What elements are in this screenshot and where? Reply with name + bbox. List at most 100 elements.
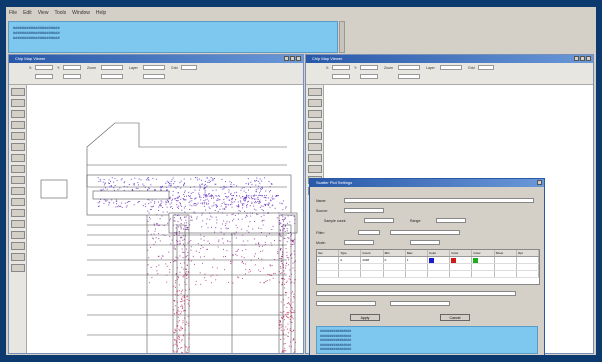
tool-button[interactable]	[11, 176, 25, 184]
table-row[interactable]	[317, 271, 540, 278]
scatter-point	[237, 276, 238, 278]
close-button[interactable]	[586, 56, 591, 61]
tool-button[interactable]	[11, 242, 25, 250]
y-field[interactable]	[360, 65, 378, 70]
scatter-point	[212, 178, 214, 180]
x2-field[interactable]	[35, 74, 53, 79]
green-swatch[interactable]	[473, 257, 479, 263]
red-swatch[interactable]	[451, 257, 457, 263]
tool-button[interactable]	[11, 99, 25, 107]
y2-field[interactable]	[63, 74, 81, 79]
tool-button[interactable]	[11, 231, 25, 239]
tool-button[interactable]	[308, 88, 322, 96]
layer-field[interactable]	[440, 65, 462, 70]
tool-button[interactable]	[11, 110, 25, 118]
column-header: Count	[361, 250, 384, 256]
scatter-point	[195, 203, 197, 205]
tool-button[interactable]	[11, 209, 25, 217]
close-button[interactable]	[296, 56, 301, 61]
scatter-point	[185, 229, 187, 231]
tool-button[interactable]	[11, 165, 25, 173]
scatter-point	[236, 195, 238, 197]
layer-field[interactable]	[143, 65, 165, 70]
zoom-field[interactable]	[398, 65, 420, 70]
tool-button[interactable]	[308, 121, 322, 129]
tool-button[interactable]	[11, 143, 25, 151]
zoom2-field[interactable]	[398, 74, 420, 79]
tool-button[interactable]	[11, 187, 25, 195]
menu-item-help[interactable]: Help	[96, 10, 106, 16]
dialog-titlebar[interactable]: Scatter Plot Settings	[310, 179, 544, 187]
tool-button[interactable]	[11, 154, 25, 162]
name-field[interactable]	[344, 198, 534, 203]
scatter-point	[216, 195, 218, 197]
close-button[interactable]	[537, 180, 542, 185]
left-window-titlebar[interactable]: Chip Map Viewer	[9, 55, 303, 63]
x-field[interactable]	[35, 65, 53, 70]
tool-button[interactable]	[308, 110, 322, 118]
tool-button[interactable]	[11, 121, 25, 129]
color-cell[interactable]	[428, 257, 451, 263]
tool-button[interactable]	[308, 132, 322, 140]
scatter-point	[201, 212, 203, 214]
zoom2-field[interactable]	[101, 74, 123, 79]
menu-item-edit[interactable]: Edit	[23, 10, 32, 16]
table-row[interactable]: 1 A 2048 0 1	[317, 257, 540, 264]
menu-item-view[interactable]: View	[38, 10, 49, 16]
tool-button[interactable]	[11, 132, 25, 140]
right-window-titlebar[interactable]: Chip Map Viewer	[306, 55, 593, 63]
scatter-point	[176, 301, 178, 303]
left-map-canvas[interactable]	[27, 85, 303, 353]
sample-count-field[interactable]	[364, 218, 394, 223]
range-field[interactable]	[436, 218, 466, 223]
filter-field[interactable]	[358, 230, 380, 235]
tool-button[interactable]	[11, 264, 25, 272]
source-field[interactable]	[344, 208, 384, 213]
x2-field[interactable]	[332, 74, 350, 79]
grid-field[interactable]	[181, 65, 197, 70]
layer2-field[interactable]	[143, 74, 165, 79]
cancel-button[interactable]: Cancel	[440, 314, 470, 321]
filter-detail-field[interactable]	[390, 230, 460, 235]
scatter-point	[294, 238, 296, 240]
color-cell[interactable]	[472, 257, 495, 263]
tool-button[interactable]	[308, 99, 322, 107]
maximize-button[interactable]	[580, 56, 585, 61]
tool-button[interactable]	[308, 165, 322, 173]
scatter-point	[183, 310, 185, 312]
option-field-3[interactable]	[390, 301, 450, 306]
menu-item-file[interactable]: File	[9, 10, 17, 16]
tool-button[interactable]	[11, 88, 25, 96]
scatter-point	[251, 196, 252, 198]
scatter-point	[202, 262, 203, 264]
table-row[interactable]	[317, 264, 540, 271]
tool-button[interactable]	[11, 220, 25, 228]
scatter-point	[159, 224, 160, 226]
blue-swatch[interactable]	[429, 257, 435, 263]
menu-item-window[interactable]: Window	[72, 10, 90, 16]
mode-extra-field[interactable]	[410, 240, 440, 245]
menu-item-tools[interactable]: Tools	[54, 10, 66, 16]
scatter-point	[282, 266, 284, 268]
option-field[interactable]	[316, 291, 516, 296]
y2-field[interactable]	[360, 74, 378, 79]
option-field-2[interactable]	[316, 301, 376, 306]
x-field[interactable]	[332, 65, 350, 70]
tool-button[interactable]	[308, 154, 322, 162]
grid-field[interactable]	[478, 65, 494, 70]
apply-button[interactable]: Apply	[350, 314, 380, 321]
scatter-point	[150, 184, 152, 186]
status-scrollbar[interactable]	[339, 21, 345, 53]
scatter-point	[231, 182, 232, 184]
tool-button[interactable]	[11, 198, 25, 206]
tool-button[interactable]	[308, 143, 322, 151]
minimize-button[interactable]	[284, 56, 289, 61]
scatter-point	[286, 306, 288, 308]
tool-button[interactable]	[11, 253, 25, 261]
zoom-field[interactable]	[101, 65, 123, 70]
y-field[interactable]	[63, 65, 81, 70]
maximize-button[interactable]	[290, 56, 295, 61]
minimize-button[interactable]	[574, 56, 579, 61]
mode-field[interactable]	[344, 240, 374, 245]
color-cell[interactable]	[450, 257, 473, 263]
